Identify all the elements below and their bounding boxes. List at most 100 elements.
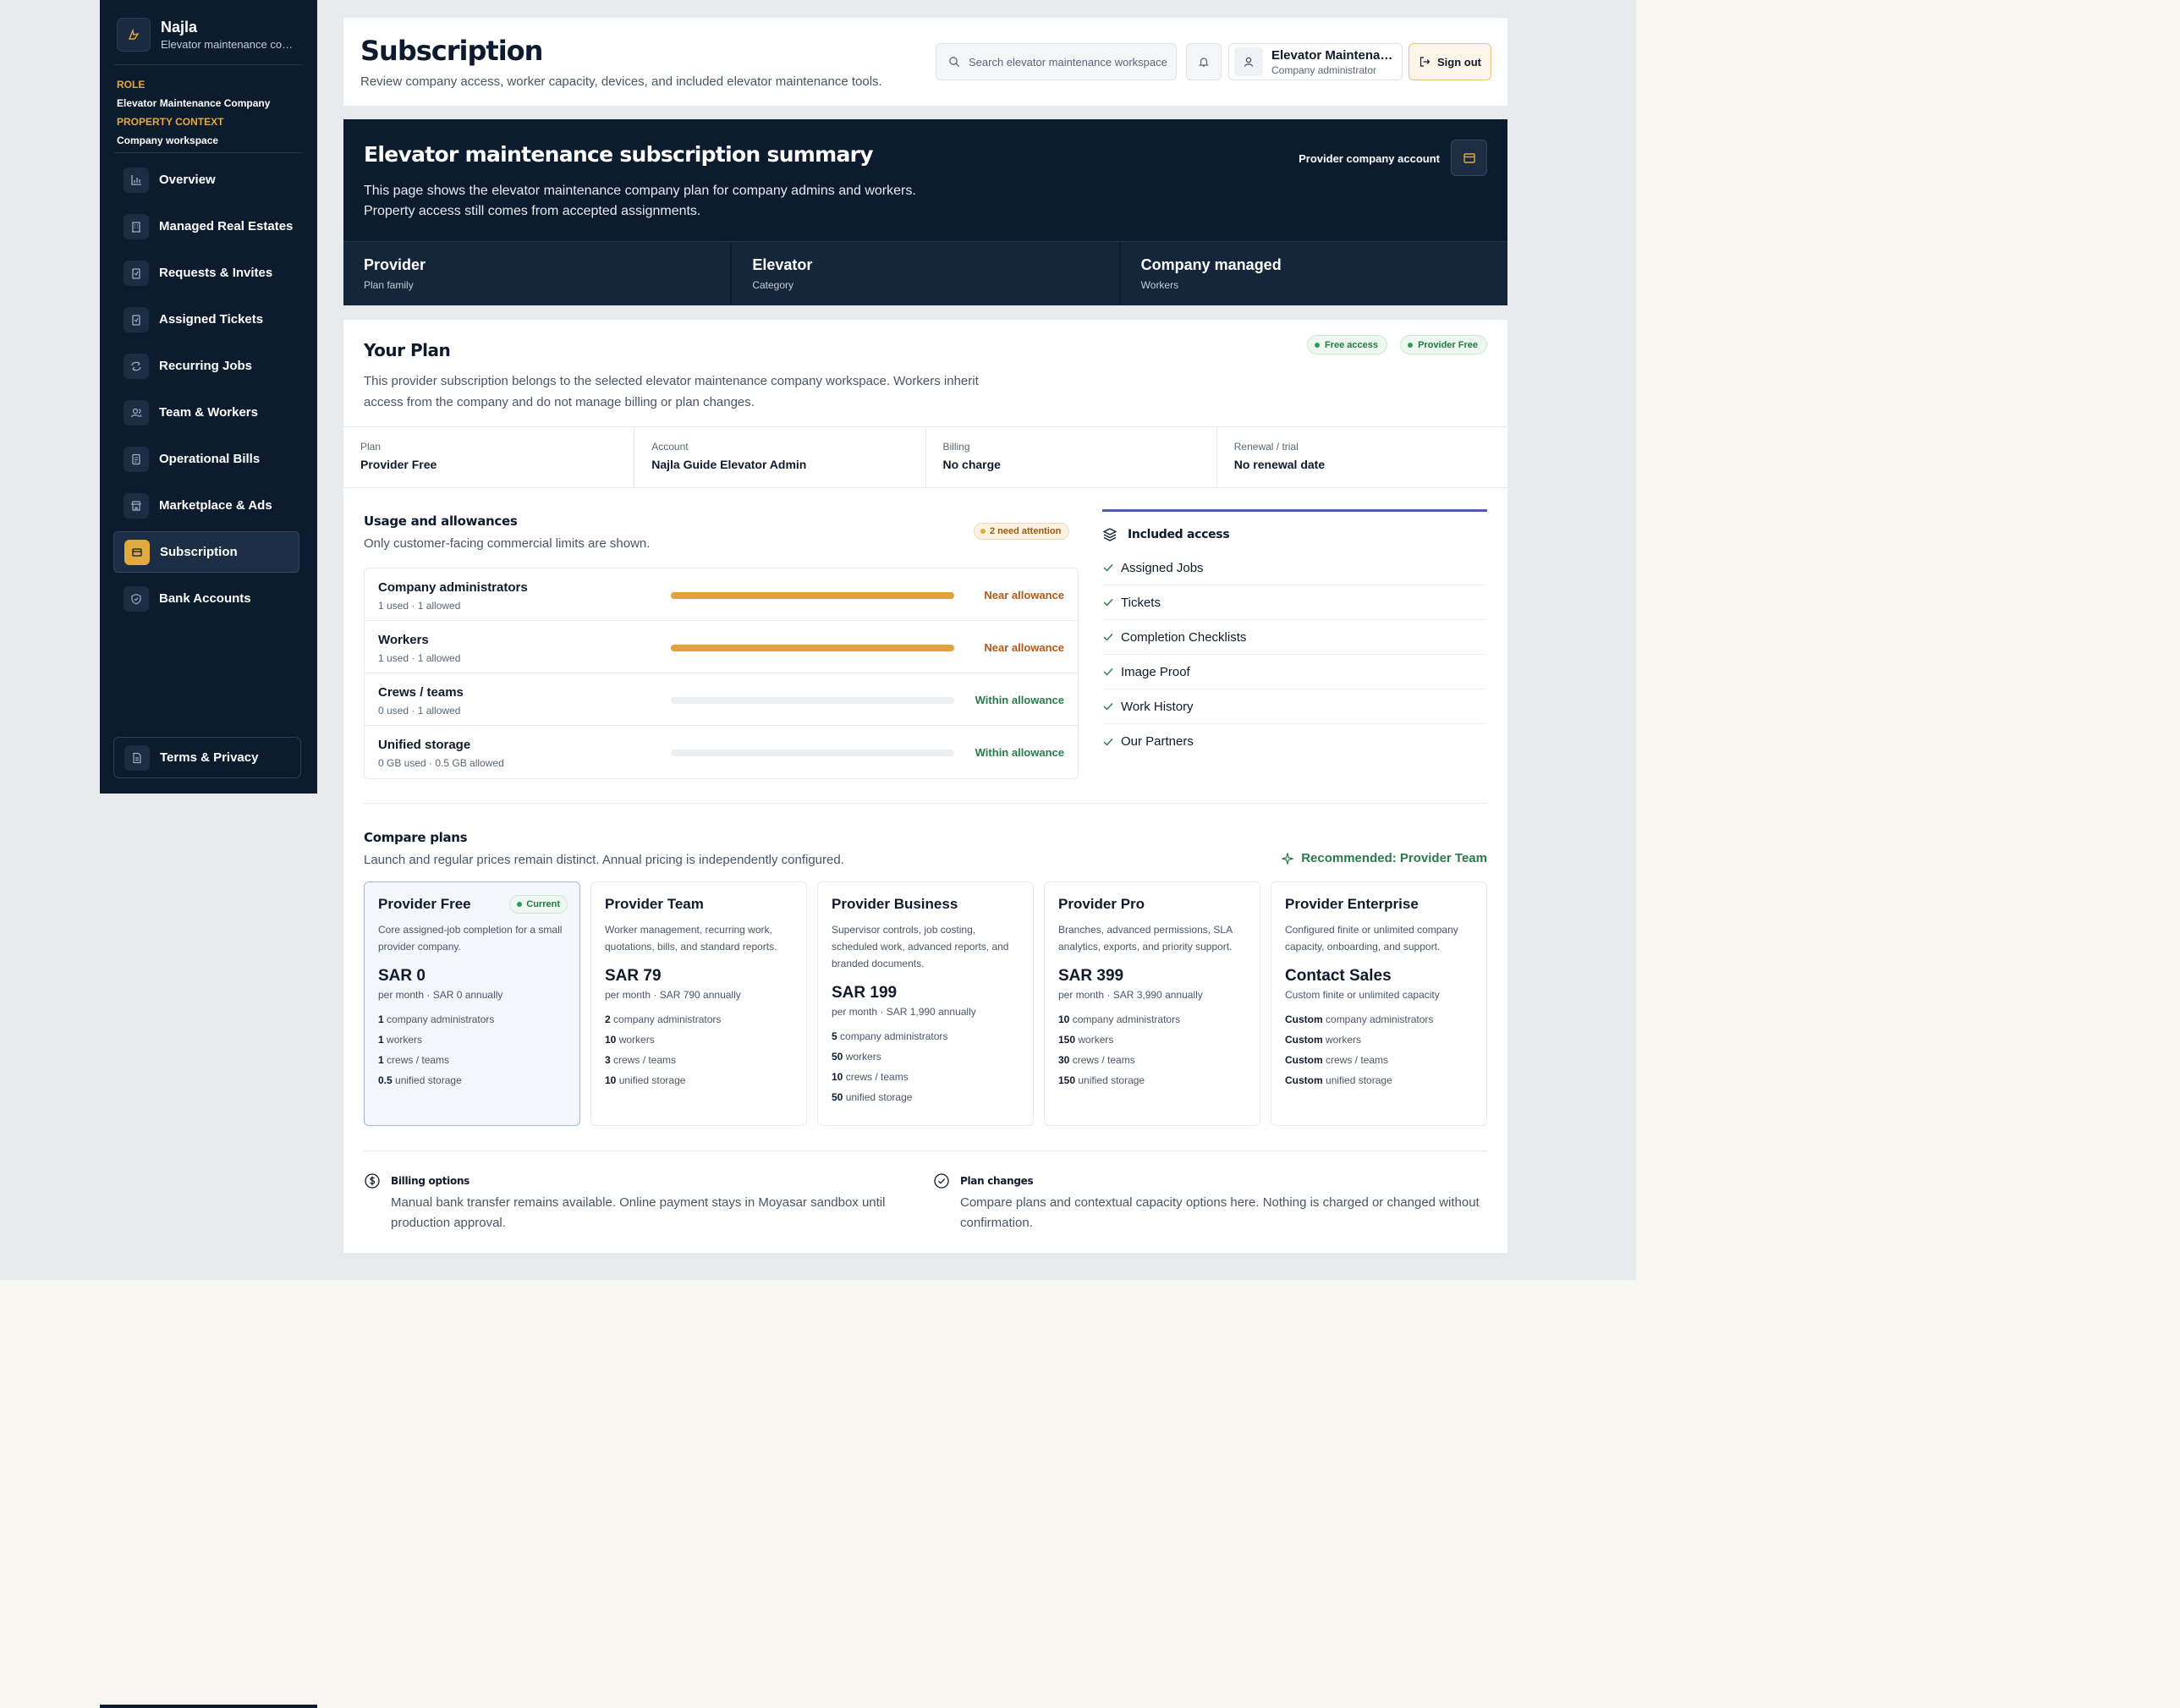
access-list: Assigned Jobs Tickets Completion Checkli… <box>1102 551 1487 759</box>
access-item-label: Image Proof <box>1121 664 1190 679</box>
context-value: Company workspace <box>117 135 219 146</box>
role-value: Elevator Maintenance Company <box>117 97 271 109</box>
plan-cards: Provider Free Current Core assigned-job … <box>364 881 1487 1127</box>
plan-period: per month · SAR 0 annually <box>378 989 503 1001</box>
check-icon <box>1102 736 1114 748</box>
brand-name: Najla <box>161 19 198 36</box>
layers-icon <box>1102 527 1117 542</box>
sidebar-item-requests-invites[interactable]: Requests & Invites <box>113 252 299 294</box>
plan-feature: 10 crews / teams <box>832 1071 909 1083</box>
sidebar-item-label: Operational Bills <box>159 452 261 466</box>
badge-label: Free access <box>1325 339 1378 350</box>
role-label: ROLE <box>117 79 146 91</box>
user-role: Company administrator <box>1271 63 1377 76</box>
fact-renewal: Renewal / trial No renewal date <box>1217 427 1507 487</box>
sidebar-item-bank-accounts[interactable]: Bank Accounts <box>113 578 299 619</box>
plan-feature: 50 workers <box>832 1051 881 1063</box>
fact-value: No charge <box>942 458 1001 471</box>
avatar <box>1234 47 1263 76</box>
fact-label: Account <box>651 441 689 453</box>
fact-label: Renewal / trial <box>1233 441 1299 453</box>
plan-feature: 3 crews / teams <box>605 1054 677 1066</box>
included-access-title: Included access <box>1128 528 1230 541</box>
plan-feature: 10 unified storage <box>605 1074 686 1086</box>
terms-privacy-link[interactable]: Terms & Privacy <box>113 737 301 778</box>
plan-feature: 150 unified storage <box>1058 1074 1145 1086</box>
plan-period: per month · SAR 1,990 annually <box>832 1006 976 1018</box>
sidebar-item-subscription[interactable]: Subscription <box>113 531 299 573</box>
plan-name: Provider Team <box>605 896 704 912</box>
dollar-icon <box>364 1173 391 1189</box>
sidebar-item-label: Marketplace & Ads <box>159 498 272 513</box>
plan-name: Provider Enterprise <box>1285 896 1419 912</box>
context-label: PROPERTY CONTEXT <box>117 116 224 128</box>
plan-feature: 5 company administrators <box>832 1030 948 1042</box>
usage-bar-fill <box>671 592 954 599</box>
summary-card-title: Provider <box>364 256 426 273</box>
billing-options-info: Billing options Manual bank transfer rem… <box>364 1173 922 1233</box>
sidebar-item-marketplace-ads[interactable]: Marketplace & Ads <box>113 485 299 526</box>
plan-title: Your Plan <box>364 340 451 360</box>
sidebar-nav: Overview Managed Real Estates Requests &… <box>113 159 299 624</box>
usage-name: Crews / teams <box>378 685 464 700</box>
sign-out-button[interactable]: Sign out <box>1408 43 1491 80</box>
plan-feature: Custom crews / teams <box>1285 1054 1389 1066</box>
fact-label: Plan <box>360 441 382 453</box>
plan-card-provider-enterprise[interactable]: Provider Enterprise Configured finite or… <box>1271 881 1487 1126</box>
search-input[interactable]: Search elevator maintenance workspace <box>936 43 1177 80</box>
billing-options-title: Billing options <box>391 1175 470 1187</box>
sidebar-item-assigned-tickets[interactable]: Assigned Tickets <box>113 299 299 340</box>
badge-label: Provider Free <box>1418 339 1478 350</box>
brand[interactable]: Najla Elevator maintenance company <box>117 18 296 52</box>
plan-changes-info: Plan changes Compare plans and contextua… <box>933 1173 1491 1233</box>
usage-bar <box>671 697 954 704</box>
shield-icon <box>124 585 149 612</box>
access-item: Completion Checklists <box>1102 620 1487 655</box>
user-menu[interactable]: Elevator Maintenance Company Company adm… <box>1228 43 1403 80</box>
summary-card-title: Elevator <box>752 256 813 273</box>
plan-name: Provider Pro <box>1058 896 1145 912</box>
sidebar-item-team-workers[interactable]: Team & Workers <box>113 392 299 433</box>
usage-status: Within allowance <box>975 694 1064 706</box>
plan-feature: 1 workers <box>378 1034 423 1046</box>
plan-feature: Custom company administrators <box>1285 1013 1434 1025</box>
sidebar-item-label: Bank Accounts <box>159 591 251 606</box>
plan-features: Custom company administrators Custom wor… <box>1285 1009 1473 1090</box>
recommended-label: Recommended: Provider Team <box>1301 851 1487 865</box>
fact-label: Billing <box>942 441 970 453</box>
receipt-icon <box>124 446 149 472</box>
plan-card-provider-free[interactable]: Provider Free Current Core assigned-job … <box>364 881 580 1126</box>
plan-feature: 150 workers <box>1058 1034 1114 1046</box>
user-name: Elevator Maintenance Company <box>1271 47 1398 63</box>
page-header: Subscription Review company access, work… <box>343 17 1507 106</box>
sidebar-item-overview[interactable]: Overview <box>113 159 299 200</box>
plan-card-provider-team[interactable]: Provider Team Worker management, recurri… <box>590 881 807 1126</box>
access-item-label: Completion Checklists <box>1121 629 1247 645</box>
sidebar-item-operational-bills[interactable]: Operational Bills <box>113 438 299 480</box>
sidebar-item-recurring-jobs[interactable]: Recurring Jobs <box>113 345 299 387</box>
plan-card-provider-business[interactable]: Provider Business Supervisor controls, j… <box>817 881 1034 1126</box>
usage-status: Near allowance <box>984 641 1064 654</box>
plan-feature: Custom unified storage <box>1285 1074 1392 1086</box>
divider <box>364 803 1487 804</box>
summary-card-sub: Plan family <box>364 279 414 291</box>
plan-card-provider-pro[interactable]: Provider Pro Branches, advanced permissi… <box>1044 881 1260 1126</box>
notifications-button[interactable] <box>1186 43 1222 80</box>
summary-card-workers: Company managed Workers <box>1120 242 1507 305</box>
compare-subtitle: Launch and regular prices remain distinc… <box>364 853 844 867</box>
divider <box>113 152 303 153</box>
summary-card-sub: Workers <box>1140 279 1179 291</box>
access-item-label: Assigned Jobs <box>1121 560 1204 575</box>
status-badge: Provider Free <box>1400 335 1487 354</box>
clipboard-icon <box>124 306 149 332</box>
brand-subtitle: Elevator maintenance company <box>161 38 296 51</box>
fact-value: Najla Guide Elevator Admin <box>651 458 807 471</box>
access-item: Work History <box>1102 689 1487 724</box>
sidebar-item-label: Requests & Invites <box>159 266 273 280</box>
usage-row: Crews / teams 0 used · 1 allowed Within … <box>365 673 1078 726</box>
sidebar-item-managed-real-estates[interactable]: Managed Real Estates <box>113 206 299 247</box>
access-item-label: Tickets <box>1121 595 1161 610</box>
users-icon <box>124 399 149 426</box>
included-access-header: Included access <box>1102 527 1487 542</box>
building-icon <box>124 213 149 239</box>
